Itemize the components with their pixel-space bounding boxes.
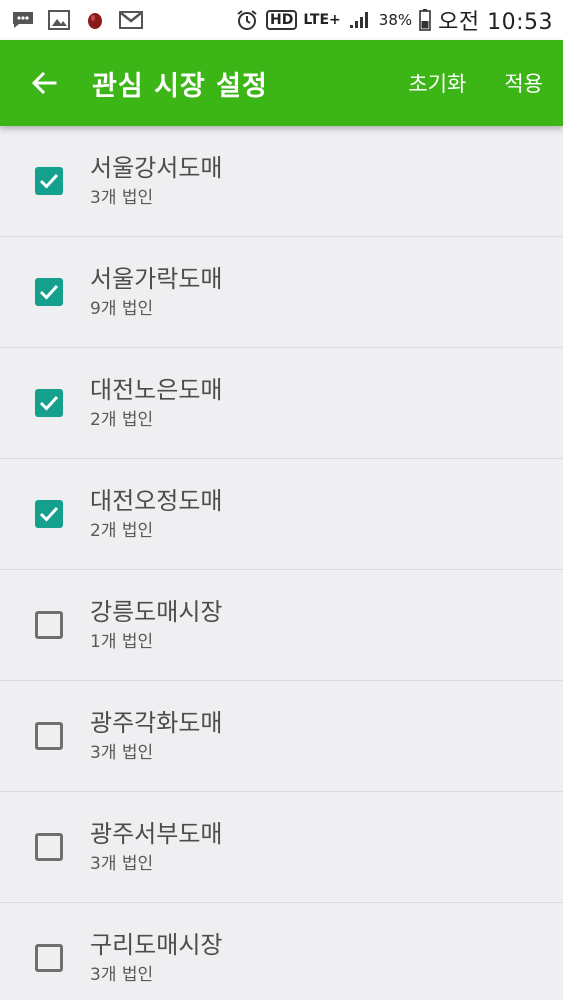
- market-text: 강릉도매시장 1개 법인: [90, 596, 222, 654]
- market-list-item[interactable]: 강릉도매시장 1개 법인: [0, 570, 563, 681]
- app-bar: 관심 시장 설정 초기화 적용: [0, 40, 563, 126]
- gallery-icon: [46, 9, 72, 31]
- market-list-item[interactable]: 구리도매시장 3개 법인: [0, 903, 563, 1000]
- market-list-item[interactable]: 서울강서도매 3개 법인: [0, 126, 563, 237]
- market-text: 구리도매시장 3개 법인: [90, 929, 222, 987]
- market-text: 서울가락도매 9개 법인: [90, 263, 222, 321]
- network-type: LTE+: [303, 12, 341, 28]
- market-checkbox[interactable]: [35, 500, 63, 528]
- alarm-icon: [234, 9, 260, 31]
- battery-percent: 38%: [378, 11, 413, 29]
- market-checkbox[interactable]: [35, 944, 63, 972]
- market-list-item[interactable]: 대전오정도매 2개 법인: [0, 459, 563, 570]
- status-bar: HD LTE+ 38% 오전 10:53: [0, 0, 563, 40]
- market-list-item[interactable]: 서울가락도매 9개 법인: [0, 237, 563, 348]
- market-name: 구리도매시장: [90, 931, 223, 959]
- market-text: 대전노은도매 2개 법인: [90, 374, 222, 432]
- market-checkbox[interactable]: [35, 389, 63, 417]
- market-name: 서울강서도매: [90, 154, 223, 182]
- market-list-item[interactable]: 광주각화도매 3개 법인: [0, 681, 563, 792]
- market-corporation-count: 3개 법인: [90, 854, 154, 874]
- market-list: 서울강서도매 3개 법인 서울가락도매 9개 법인 대전노은도매 2개 법인 대전오정도매 2…: [0, 126, 563, 1000]
- market-corporation-count: 3개 법인: [90, 965, 154, 985]
- message-icon: [10, 9, 36, 31]
- arrow-left-icon: [31, 71, 57, 95]
- market-text: 대전오정도매 2개 법인: [90, 485, 222, 543]
- signal-icon: [347, 9, 373, 31]
- checkmark-icon: [39, 173, 59, 189]
- market-corporation-count: 2개 법인: [90, 521, 154, 541]
- market-corporation-count: 2개 법인: [90, 410, 154, 430]
- clock: 오전 10:53: [438, 10, 553, 35]
- gmail-icon: [118, 9, 144, 31]
- market-corporation-count: 1개 법인: [90, 632, 154, 652]
- checkmark-icon: [39, 395, 59, 411]
- market-name: 광주각화도매: [90, 709, 223, 737]
- market-name: 대전노은도매: [90, 376, 223, 404]
- hd-voice-indicator: HD: [265, 10, 298, 30]
- market-checkbox[interactable]: [35, 167, 63, 195]
- market-text: 광주서부도매 3개 법인: [90, 818, 222, 876]
- market-checkbox[interactable]: [35, 278, 63, 306]
- reset-button[interactable]: 초기화: [408, 68, 466, 98]
- market-text: 광주각화도매 3개 법인: [90, 707, 222, 765]
- market-checkbox[interactable]: [35, 833, 63, 861]
- market-corporation-count: 3개 법인: [90, 743, 154, 763]
- app-notification-icon: [82, 9, 108, 31]
- checkmark-icon: [39, 506, 59, 522]
- market-corporation-count: 9개 법인: [90, 299, 154, 319]
- checkmark-icon: [39, 284, 59, 300]
- page-title: 관심 시장 설정: [92, 70, 268, 102]
- market-name: 서울가락도매: [90, 265, 223, 293]
- battery-icon: [418, 9, 432, 31]
- market-name: 강릉도매시장: [90, 598, 223, 626]
- market-list-item[interactable]: 대전노은도매 2개 법인: [0, 348, 563, 459]
- market-checkbox[interactable]: [35, 611, 63, 639]
- market-corporation-count: 3개 법인: [90, 188, 154, 208]
- market-list-item[interactable]: 광주서부도매 3개 법인: [0, 792, 563, 903]
- apply-button[interactable]: 적용: [504, 68, 543, 98]
- market-name: 대전오정도매: [90, 487, 223, 515]
- back-button[interactable]: [22, 61, 66, 105]
- market-text: 서울강서도매 3개 법인: [90, 152, 222, 210]
- market-checkbox[interactable]: [35, 722, 63, 750]
- market-name: 광주서부도매: [90, 820, 223, 848]
